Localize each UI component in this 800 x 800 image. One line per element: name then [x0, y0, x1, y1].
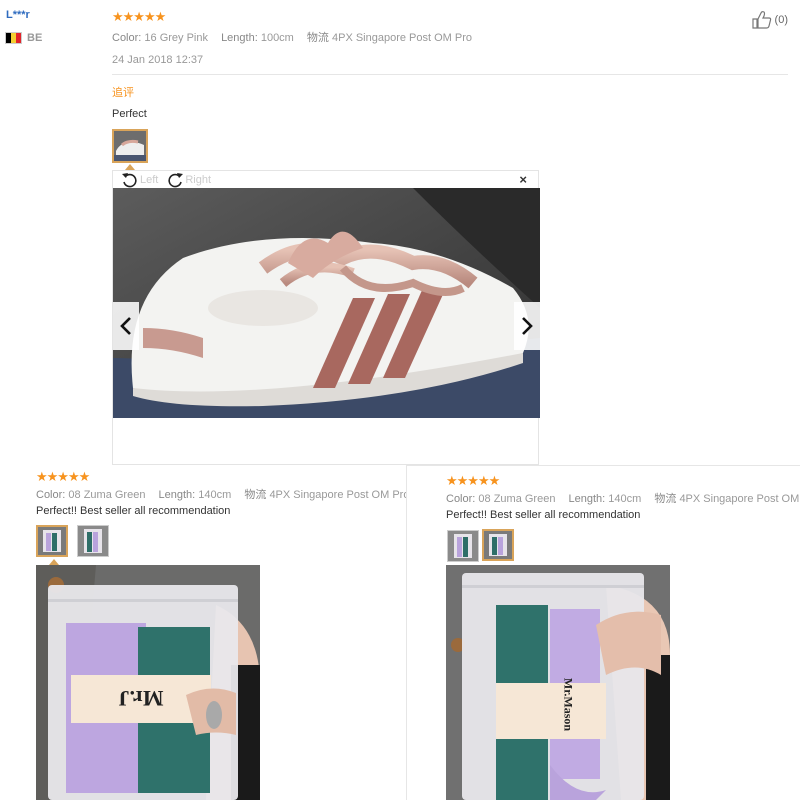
- reviewer-name[interactable]: L***r: [6, 9, 30, 21]
- followup-label: 追评: [112, 87, 134, 99]
- length-label: Length:: [158, 489, 196, 501]
- review-sku-info: Color: 16 Grey Pink Length: 100cm 物流 4PX…: [112, 29, 482, 45]
- chevron-left-icon: [120, 317, 131, 335]
- shoe-photo-image: [113, 188, 540, 418]
- shipping-label: 物流: [244, 489, 267, 501]
- review-photo-large: Mr.Mason: [446, 565, 670, 800]
- color-label: Color:: [446, 493, 476, 505]
- country-code: BE: [27, 32, 43, 44]
- helpful-count: (0): [774, 14, 788, 26]
- review-photo-thumbnail-2[interactable]: [482, 529, 514, 561]
- shipping-value: 4PX Singapore Post OM Pro: [269, 489, 410, 501]
- package-thumbnail-image: [78, 526, 108, 556]
- rotate-right-label: Right: [185, 173, 212, 186]
- shoe-thumbnail-image: [114, 131, 146, 161]
- review-photo-thumbnail-1[interactable]: [447, 530, 479, 562]
- review-photo-large: [113, 188, 540, 418]
- review-sku-info: Color: 08 Zuma Green Length: 140cm 物流 4P…: [446, 490, 800, 506]
- length-label: Length:: [568, 493, 606, 505]
- length-value: 140cm: [198, 489, 232, 501]
- color-label: Color:: [36, 489, 66, 501]
- review-date: 24 Jan 2018 12:37: [112, 54, 204, 66]
- thumbs-up-icon: [751, 11, 771, 29]
- next-photo-button[interactable]: [514, 302, 540, 350]
- star-rating: ★★★★★: [112, 9, 166, 24]
- close-viewer-button[interactable]: ×: [519, 172, 527, 187]
- review-photo-thumbnail[interactable]: [112, 129, 148, 163]
- review-text: Perfect: [112, 108, 147, 120]
- star-rating: ★★★★★: [446, 473, 500, 488]
- previous-photo-button[interactable]: [113, 302, 139, 350]
- review-text: Perfect!! Best seller all recommendation: [446, 509, 641, 521]
- package-photo-image: [446, 565, 670, 800]
- divider: [112, 74, 788, 75]
- shipping-value: 4PX Singapore Post OM Pro: [679, 493, 800, 505]
- rotate-right-button[interactable]: Right: [166, 172, 211, 188]
- length-value: 100cm: [260, 32, 294, 44]
- rotate-left-icon: [122, 172, 137, 187]
- package-label-text: Mr.Mason: [561, 677, 576, 732]
- belgium-flag-icon: [5, 32, 22, 44]
- rotate-left-button[interactable]: Left: [121, 172, 158, 188]
- review-item-left: ★★★★★ Color: 08 Zuma Green Length: 140cm…: [0, 465, 409, 800]
- shipping-label: 物流: [654, 493, 677, 505]
- chevron-right-icon: [522, 317, 533, 335]
- review-photo-thumbnail-1[interactable]: [36, 525, 68, 557]
- length-value: 140cm: [608, 493, 642, 505]
- viewer-toolbar: Left Right ×: [113, 171, 538, 188]
- photo-viewer: Left Right ×: [112, 170, 540, 465]
- shipping-label: 物流: [306, 32, 329, 44]
- reviewer-country: BE: [5, 32, 42, 44]
- package-photo-image: [36, 565, 260, 800]
- package-thumbnail-image: [38, 527, 66, 555]
- review-item-right: ★★★★★ Color: 08 Zuma Green Length: 140cm…: [406, 465, 800, 800]
- helpful-button[interactable]: (0): [751, 11, 788, 29]
- review-photo-large: Mr.J: [36, 565, 260, 800]
- review-text: Perfect!! Best seller all recommendation: [36, 505, 231, 517]
- review-photo-thumbnail-2[interactable]: [77, 525, 109, 557]
- package-thumbnail-image: [484, 531, 512, 559]
- shipping-value: 4PX Singapore Post OM Pro: [331, 32, 472, 44]
- package-thumbnail-image: [448, 531, 478, 561]
- rotate-left-label: Left: [140, 173, 159, 186]
- color-value: 16 Grey Pink: [144, 32, 208, 44]
- review-item-top: L***r BE ★★★★★ Color: 16 Grey Pink Lengt…: [0, 0, 800, 465]
- color-value: 08 Zuma Green: [478, 493, 556, 505]
- color-value: 08 Zuma Green: [68, 489, 146, 501]
- length-label: Length:: [221, 32, 258, 44]
- review-sku-info: Color: 08 Zuma Green Length: 140cm 物流 4P…: [36, 486, 419, 502]
- rotate-right-icon: [168, 172, 184, 187]
- color-label: Color:: [112, 32, 142, 44]
- star-rating: ★★★★★: [36, 469, 90, 484]
- package-label-text: Mr.J: [118, 686, 164, 711]
